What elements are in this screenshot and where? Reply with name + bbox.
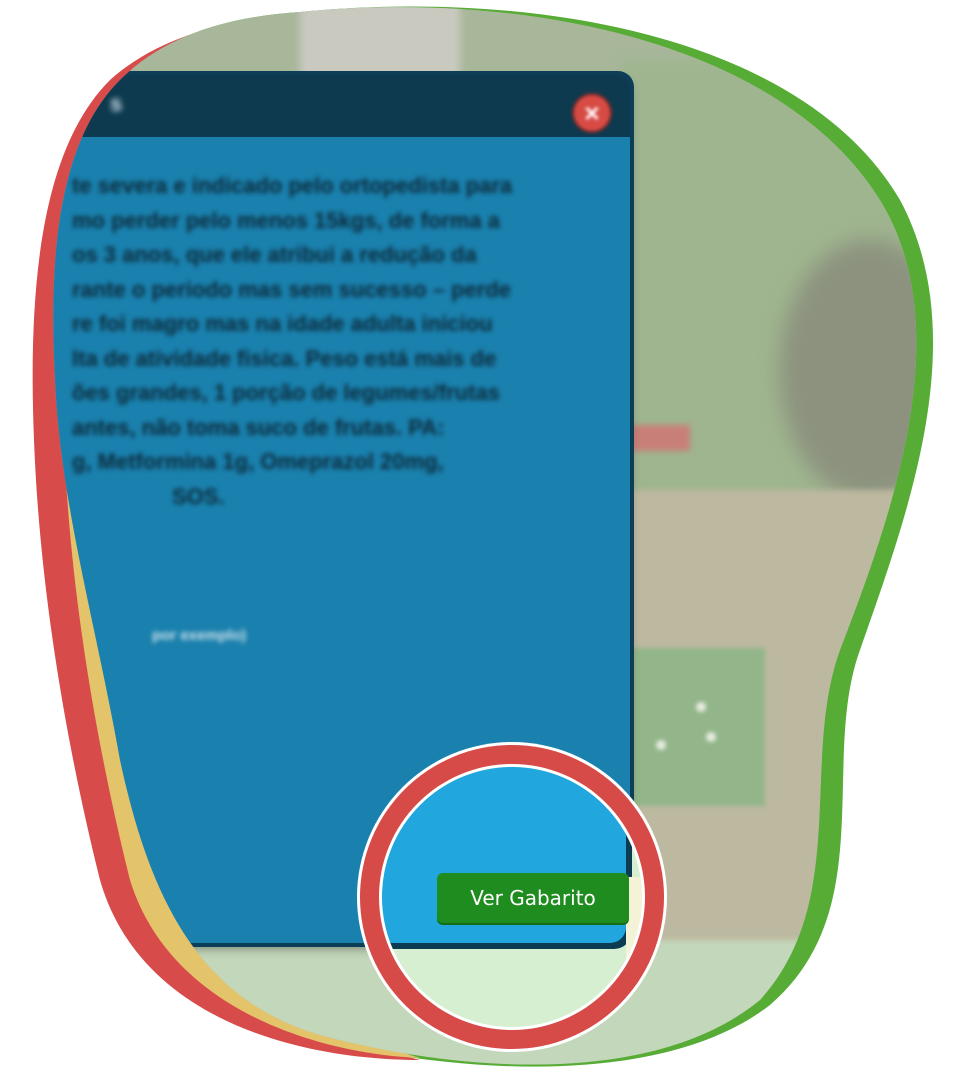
modal-header: s × (40, 75, 630, 137)
close-icon: × (584, 97, 600, 128)
magnifier-view: Ver Gabarito (382, 767, 642, 1027)
field-patch (625, 648, 765, 806)
case-line: antes, não toma suco de frutas. PA: (72, 414, 445, 440)
tutorial-frame: s × te severa e indicado pelo ortopedist… (0, 0, 960, 1080)
answer-hint: por exemplo) (152, 627, 247, 644)
case-line: g, Metformina 1g, Omeprazol 20mg, (72, 449, 444, 474)
case-description: te severa e indicado pelo ortopedista pa… (72, 169, 612, 514)
case-line: ões grandes, 1 porção de legumes/frutas (72, 380, 500, 405)
flower-dot (706, 732, 716, 742)
ver-gabarito-button[interactable]: Ver Gabarito (437, 873, 629, 923)
close-button[interactable]: × (572, 93, 612, 133)
flower-dot (696, 702, 706, 712)
case-line: lta de atividade fisica. Peso está mais … (72, 345, 497, 371)
sign (630, 425, 690, 451)
case-line: te severa e indicado pelo ortopedista pa… (72, 173, 513, 198)
case-line: SOS. (172, 483, 225, 509)
case-line: re foi magro mas na idade adulta iniciou (72, 311, 493, 336)
case-line: mo perder pelo menos 15kgs, de forma a (72, 207, 500, 233)
focus-circle: Ver Gabarito (360, 745, 664, 1049)
modal-title: s (110, 91, 123, 116)
flower-dot (656, 740, 666, 750)
case-line: os 3 anos, que ele atribui a redução da (72, 242, 477, 267)
case-line: rante o periodo mas sem sucesso – perde (72, 276, 511, 302)
